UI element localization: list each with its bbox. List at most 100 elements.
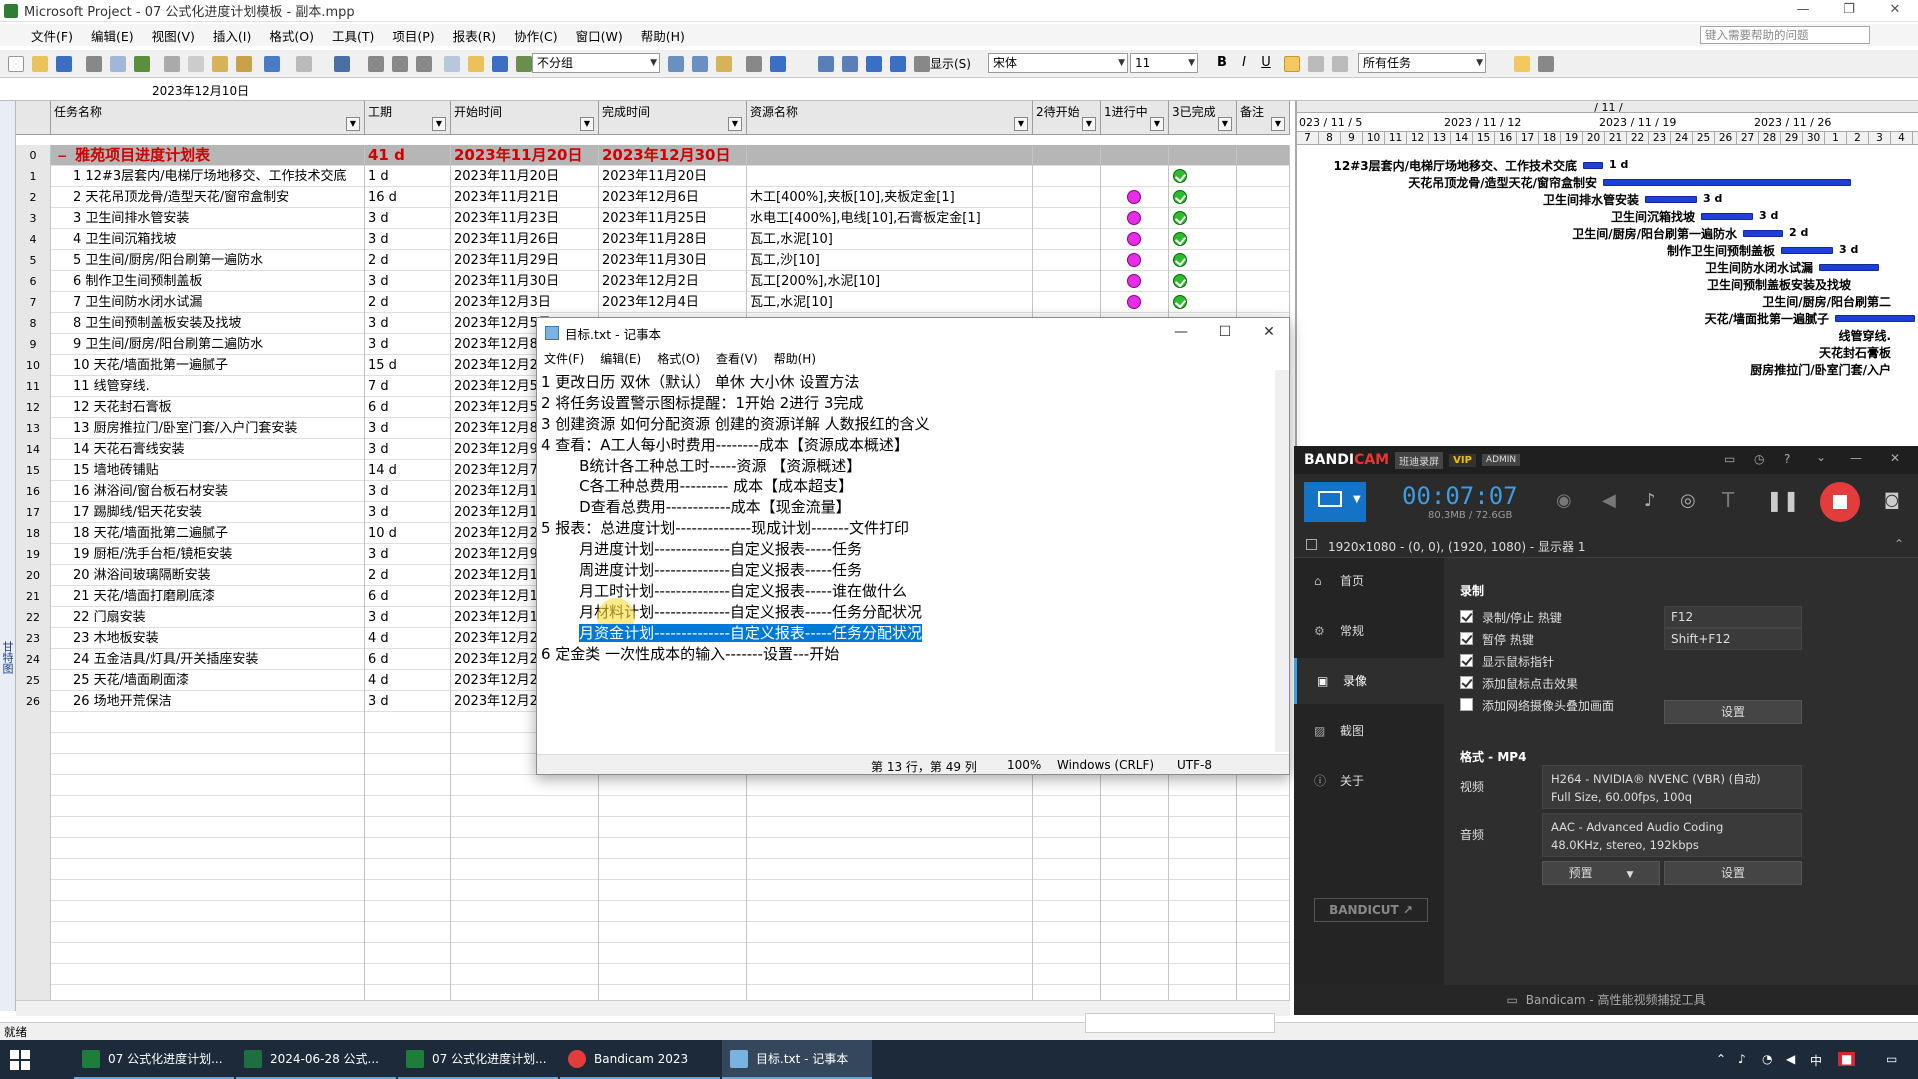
empty-cell[interactable] <box>51 838 365 859</box>
task-name-cell[interactable]: 1 12#3层套内/电梯厅场地移交、工作技术交底 <box>51 166 365 187</box>
cut-icon[interactable] <box>164 56 180 72</box>
empty-cell[interactable] <box>599 943 747 964</box>
empty-cell[interactable] <box>1033 859 1101 880</box>
empty-cell[interactable] <box>451 859 599 880</box>
webcam-overlay-checkbox[interactable] <box>1460 698 1473 711</box>
task-row[interactable]: 33 卫生间排水管安装 3 d 2023年11月23日 2023年11月25日 水电工[… <box>16 208 1290 229</box>
empty-cell[interactable] <box>1101 796 1169 817</box>
task-dur-cell[interactable]: 3 d <box>365 502 451 523</box>
summary-finish[interactable]: 2023年12月30日 <box>599 145 747 166</box>
scroll-left-icon[interactable] <box>818 56 834 72</box>
empty-cell[interactable] <box>451 880 599 901</box>
task-done-cell[interactable] <box>1169 271 1237 292</box>
empty-cell[interactable] <box>365 838 451 859</box>
preset-button[interactable]: 预置 ▼ <box>1542 861 1660 885</box>
gantt-bar[interactable] <box>1583 162 1603 169</box>
empty-cell[interactable] <box>51 964 365 985</box>
empty-cell[interactable] <box>1169 859 1237 880</box>
summary-done[interactable] <box>1169 145 1237 166</box>
view-label-gantt[interactable]: 甘特图 <box>1 641 15 674</box>
empty-cell[interactable] <box>451 901 599 922</box>
task-dur-cell[interactable]: 4 d <box>365 628 451 649</box>
task-row[interactable]: 22 天花吊顶龙骨/造型天花/窗帘盒制安 16 d 2023年11月21日 2023年… <box>16 187 1290 208</box>
task-name-cell[interactable]: 19 厨柜/洗手台柜/镜柜安装 <box>51 544 365 565</box>
capture-target-bar[interactable]: 1920x1080 - (0, 0), (1920, 1080) - 显示器 1… <box>1294 534 1918 558</box>
print-preview-icon[interactable] <box>110 56 126 72</box>
empty-cell[interactable] <box>51 817 365 838</box>
empty-cell[interactable] <box>1169 964 1237 985</box>
col-header-notes[interactable]: 备注 ▼ <box>1237 101 1290 135</box>
empty-cell[interactable] <box>599 859 747 880</box>
empty-cell[interactable] <box>747 796 1033 817</box>
windows-start-icon[interactable] <box>10 1050 30 1070</box>
empty-cell[interactable] <box>51 922 365 943</box>
empty-cell[interactable] <box>1237 922 1290 943</box>
click-effect-checkbox[interactable] <box>1460 676 1473 689</box>
dropdown-icon[interactable]: ▼ <box>580 117 594 131</box>
empty-cell[interactable] <box>1101 901 1169 922</box>
maximize-icon[interactable]: ☐ <box>1203 318 1247 348</box>
clock-icon[interactable]: ◷ <box>1754 452 1764 466</box>
autofilter-icon[interactable] <box>1514 56 1530 72</box>
summary-notes[interactable] <box>1237 145 1290 166</box>
task-finish-cell[interactable]: 2023年11月25日 <box>599 208 747 229</box>
task-notes-cell[interactable] <box>1237 166 1290 187</box>
empty-cell[interactable] <box>1033 943 1101 964</box>
menu-window[interactable]: 窗口(W) <box>567 26 632 45</box>
menu-report[interactable]: 报表(R) <box>444 26 505 45</box>
empty-cell[interactable] <box>747 859 1033 880</box>
empty-row[interactable] <box>16 817 1290 838</box>
task-row[interactable]: 44 卫生间沉箱找坡 3 d 2023年11月26日 2023年11月28日 瓦工,水泥… <box>16 229 1290 250</box>
task-notes-cell[interactable] <box>1237 229 1290 250</box>
task-done-cell[interactable] <box>1169 292 1237 313</box>
task-dur-cell[interactable]: 2 d <box>365 250 451 271</box>
task-dur-cell[interactable]: 15 d <box>365 355 451 376</box>
empty-cell[interactable] <box>1101 859 1169 880</box>
task-inprogress-cell[interactable] <box>1101 229 1169 250</box>
taskbar-item-bandicam[interactable]: Bandicam 2023 <box>560 1040 720 1079</box>
empty-cell[interactable] <box>1033 817 1101 838</box>
task-res-cell[interactable]: 瓦工[200%],水泥[10] <box>747 271 1033 292</box>
webcam-icon[interactable]: ◉ <box>1556 490 1572 511</box>
empty-cell[interactable] <box>16 733 51 754</box>
task-name-cell[interactable]: 18 天花/墙面批第二遍腻子 <box>51 523 365 544</box>
task-dur-cell[interactable]: 3 d <box>365 208 451 229</box>
task-done-cell[interactable] <box>1169 229 1237 250</box>
empty-cell[interactable] <box>1237 943 1290 964</box>
task-dur-cell[interactable]: 6 d <box>365 649 451 670</box>
empty-cell[interactable] <box>1169 922 1237 943</box>
minimize-icon[interactable]: — <box>1850 451 1862 465</box>
gantt-bar[interactable] <box>1743 230 1783 237</box>
taskbar-item-project1[interactable]: 07 公式化进度计划... <box>74 1040 234 1079</box>
empty-row[interactable] <box>16 838 1290 859</box>
empty-cell[interactable] <box>1033 796 1101 817</box>
empty-cell[interactable] <box>599 880 747 901</box>
format-painter-icon[interactable] <box>236 56 252 72</box>
empty-cell[interactable] <box>51 943 365 964</box>
pause-icon[interactable]: ❚❚ <box>1766 488 1800 512</box>
task-name-cell[interactable]: 4 卫生间沉箱找坡 <box>51 229 365 250</box>
menu-edit[interactable]: 编辑(E) <box>82 26 143 45</box>
empty-cell[interactable] <box>51 733 365 754</box>
empty-row[interactable] <box>16 880 1290 901</box>
task-name-cell[interactable]: 24 五金洁具/灯具/开关插座安装 <box>51 649 365 670</box>
col-header-pending[interactable]: 2待开始 ▼ <box>1033 101 1101 135</box>
undo-icon[interactable] <box>264 56 280 72</box>
empty-cell[interactable] <box>365 880 451 901</box>
empty-cell[interactable] <box>451 943 599 964</box>
task-inprogress-cell[interactable] <box>1101 292 1169 313</box>
show-cursor-checkbox[interactable] <box>1460 654 1473 667</box>
task-start-cell[interactable]: 2023年11月23日 <box>451 208 599 229</box>
gantt-bar[interactable] <box>1781 247 1833 254</box>
task-name-cell[interactable]: 7 卫生间防水闭水试漏 <box>51 292 365 313</box>
task-finish-cell[interactable]: 2023年11月28日 <box>599 229 747 250</box>
paste-icon[interactable] <box>212 56 228 72</box>
menu-project[interactable]: 项目(P) <box>383 26 443 45</box>
nav-image[interactable]: ▨ 截图 <box>1294 708 1444 754</box>
empty-cell[interactable] <box>1237 880 1290 901</box>
zoom-in-icon[interactable] <box>668 56 684 72</box>
task-name-cell[interactable]: 26 场地开荒保洁 <box>51 691 365 712</box>
empty-cell[interactable] <box>1169 817 1237 838</box>
task-dur-cell[interactable]: 3 d <box>365 334 451 355</box>
tray-speaker-icon[interactable]: ◀ <box>1786 1052 1795 1066</box>
